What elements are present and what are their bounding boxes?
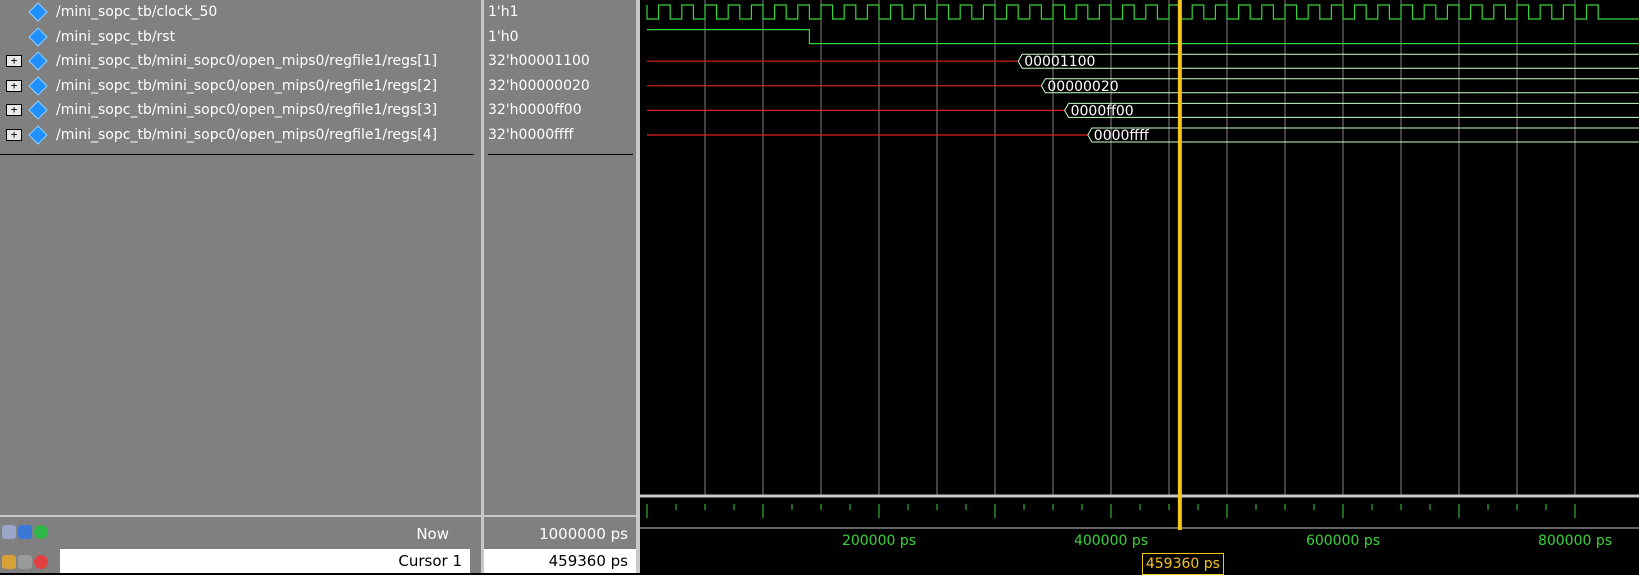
now-label: Now	[416, 525, 449, 543]
signal-diamond-icon	[28, 26, 48, 47]
waveform-canvas[interactable]: 00001100 00000020 0000ff00 0000ffff	[640, 0, 1639, 573]
signal-value[interactable]: 32'h00000020	[488, 74, 590, 98]
time-axis-label: 600000 ps	[1305, 533, 1381, 549]
signal-diamond-icon	[28, 125, 48, 145]
wave-toolbar	[0, 523, 60, 541]
bus-waveform	[1087, 127, 1639, 143]
signal-name[interactable]: /mini_sopc_tb/mini_sopc0/open_mips0/regf…	[56, 49, 437, 73]
wave-toolbar-icon[interactable]	[2, 525, 16, 539]
signal-diamond-icon	[28, 2, 48, 22]
insert-cursor-icon[interactable]	[18, 525, 32, 539]
cursor-line	[1177, 0, 1182, 530]
cursor-value-field[interactable]: 459360 ps	[484, 549, 636, 573]
signal-value-pane: 1'h1 1'h0 32'h00001100 32'h00000020 32'h0000…	[484, 0, 636, 573]
time-axis-label: 800000 ps	[1537, 533, 1613, 549]
time-axis-label: 200000 ps	[841, 533, 917, 549]
add-cursor-icon[interactable]	[34, 525, 48, 539]
cursor-toolbar	[0, 553, 60, 571]
expand-toggle[interactable]: +	[6, 104, 22, 117]
signal-diamond-icon	[28, 51, 48, 71]
waveform-pane[interactable]: 00001100 00000020 0000ff00 0000ffff 200000 …	[640, 0, 1639, 575]
cursor-time-tag[interactable]: 459360 ps	[1141, 553, 1224, 575]
signal-value[interactable]: 1'h1	[488, 0, 519, 24]
signal-name[interactable]: /mini_sopc_tb/mini_sopc0/open_mips0/regf…	[56, 98, 437, 122]
signal-name[interactable]: /mini_sopc_tb/mini_sopc0/open_mips0/regf…	[56, 123, 437, 147]
signal-name[interactable]: /mini_sopc_tb/clock_50	[56, 0, 217, 24]
expand-toggle[interactable]: +	[6, 79, 22, 92]
signal-name-pane: /mini_sopc_tb/clock_50/mini_sopc_tb/rst +…	[0, 0, 481, 573]
signal-diamond-icon	[28, 100, 48, 121]
rst-waveform	[647, 29, 1639, 45]
signal-value[interactable]: 32'h0000ff00	[488, 98, 582, 122]
cursor-name-field[interactable]: Cursor 1	[60, 549, 470, 573]
bus-value-label: 0000ff00	[1071, 103, 1134, 119]
name-column-divider	[0, 154, 474, 155]
expand-toggle[interactable]: +	[6, 129, 22, 141]
signal-value[interactable]: 32'h0000ffff	[488, 123, 573, 147]
signal-diamond-icon	[28, 76, 48, 96]
time-axis-label: 400000 ps	[1073, 533, 1149, 549]
lock-cursor-icon[interactable]	[2, 555, 16, 569]
bus-value-label: 0000ffff	[1094, 128, 1149, 144]
value-column-divider	[488, 154, 633, 155]
bus-value-label: 00000020	[1047, 79, 1118, 95]
clock-waveform	[646, 4, 1639, 20]
bus-waveform	[1064, 102, 1639, 118]
edit-cursor-icon[interactable]	[18, 555, 32, 569]
cursor-label: Cursor 1	[398, 552, 462, 570]
signal-value[interactable]: 32'h00001100	[488, 49, 590, 73]
now-value: 1000000 ps	[539, 525, 628, 543]
signal-name[interactable]: /mini_sopc_tb/mini_sopc0/open_mips0/regf…	[56, 74, 437, 98]
expand-toggle[interactable]: +	[6, 55, 22, 68]
bus-waveform	[1040, 78, 1639, 94]
names-status-area: Now Cursor 1	[0, 515, 481, 573]
bus-value-label: 00001100	[1024, 54, 1095, 70]
signal-value[interactable]: 1'h0	[488, 25, 519, 49]
cursor-value: 459360 ps	[548, 552, 628, 570]
values-status-area: 1000000 ps 459360 ps	[484, 515, 636, 573]
delete-cursor-icon[interactable]	[34, 555, 48, 569]
signal-name[interactable]: /mini_sopc_tb/rst	[56, 25, 175, 49]
